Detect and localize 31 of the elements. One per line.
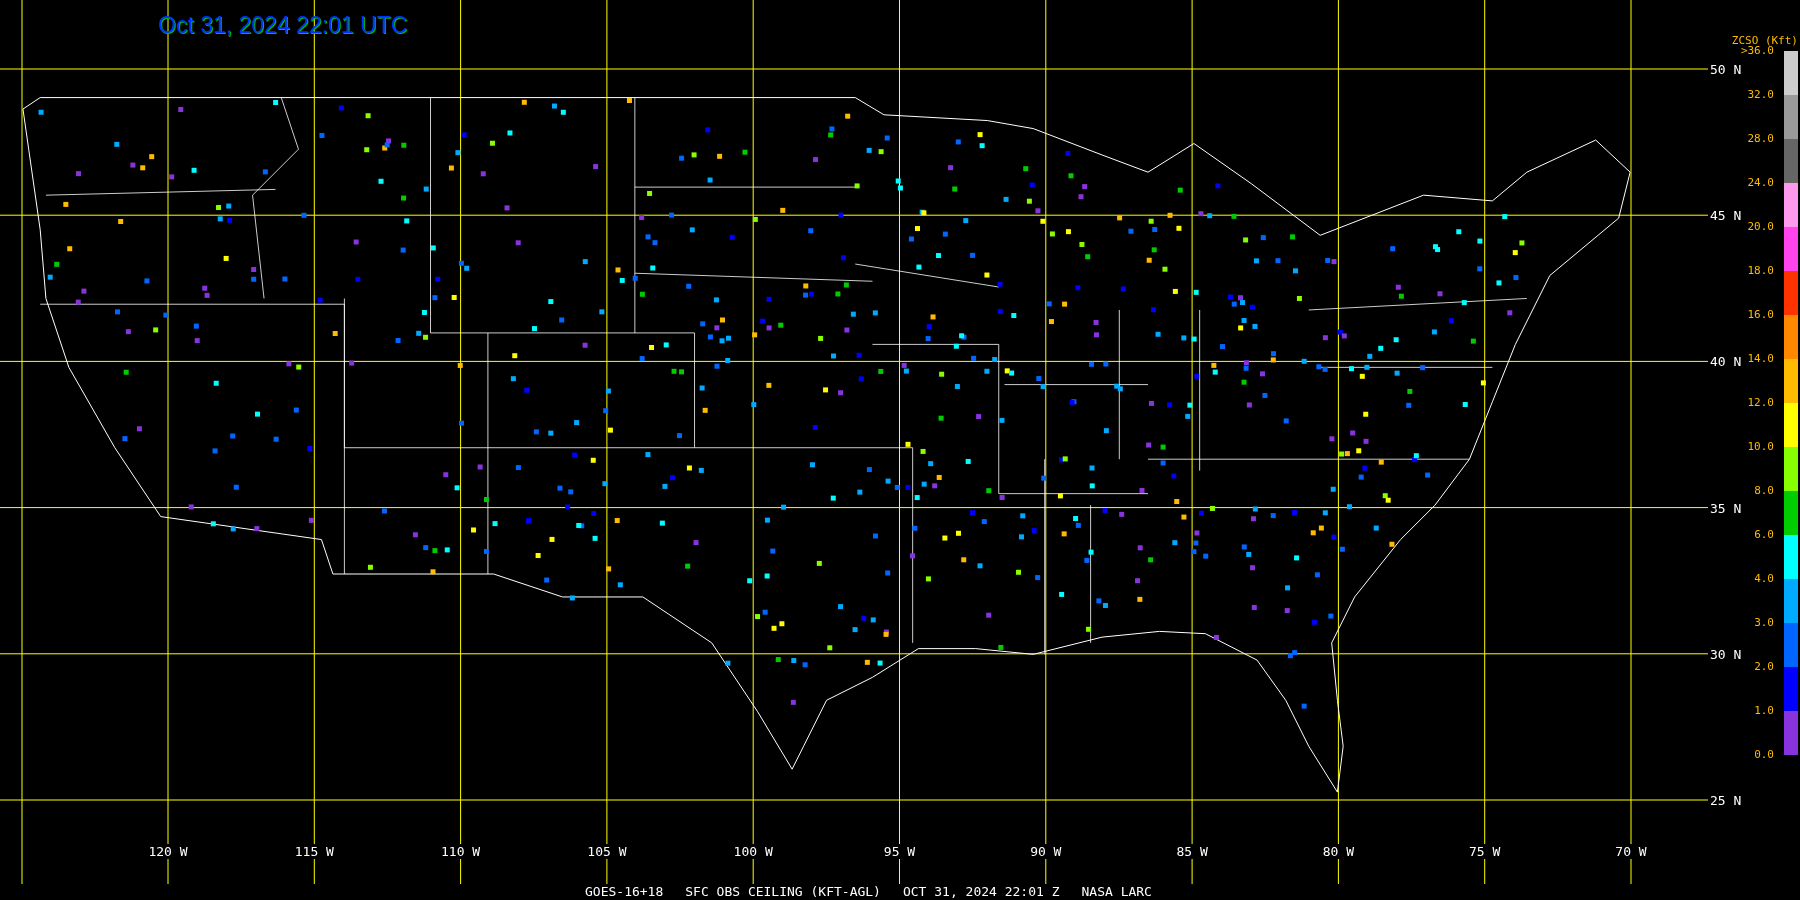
longitude-label: 110 W (440, 844, 482, 859)
legend-tick-label: 6.0 (1753, 529, 1774, 541)
legend-tick-label: 16.0 (1746, 309, 1774, 321)
legend-tick-label: 24.0 (1746, 177, 1774, 189)
longitude-label: 75 W (1468, 844, 1502, 859)
legend-tick-label: 32.0 (1746, 89, 1774, 101)
longitude-label: 120 W (147, 844, 189, 859)
caption-text: SFC OBS CEILING (KFT-AGL) (685, 884, 881, 900)
legend-tick-label: 8.0 (1753, 485, 1774, 497)
caption-text: OCT 31, 2024 22:01 Z (902, 884, 1060, 900)
legend-tick-label: 2.0 (1753, 661, 1774, 673)
longitude-label: 80 W (1321, 844, 1356, 859)
legend-tick-label: 20.0 (1746, 221, 1774, 233)
legend-tick-label: 1.0 (1753, 705, 1774, 717)
legend-title: ZCSO (Kft) (1731, 34, 1798, 47)
longitude-label: 105 W (586, 844, 628, 859)
legend-tick-label: 14.0 (1746, 353, 1774, 365)
longitude-label: 90 W (1029, 844, 1063, 859)
legend-tick-label: >36.0 (1740, 45, 1774, 57)
longitude-label: 85 W (1175, 844, 1209, 859)
legend-tick-label: 18.0 (1746, 265, 1774, 277)
legend-tick-label: 0.0 (1753, 749, 1774, 761)
legend-tick-label: 12.0 (1746, 397, 1774, 409)
legend-tick-label: 4.0 (1753, 573, 1774, 585)
longitude-label: 70 W (1614, 844, 1648, 859)
legend-tick-label: 3.0 (1753, 617, 1774, 629)
longitude-label: 115 W (293, 844, 335, 859)
legend-tick-label: 28.0 (1746, 133, 1774, 145)
longitude-label: 95 W (882, 844, 917, 859)
longitude-label: 100 W (732, 844, 774, 859)
legend-tick-label: 10.0 (1746, 441, 1774, 453)
